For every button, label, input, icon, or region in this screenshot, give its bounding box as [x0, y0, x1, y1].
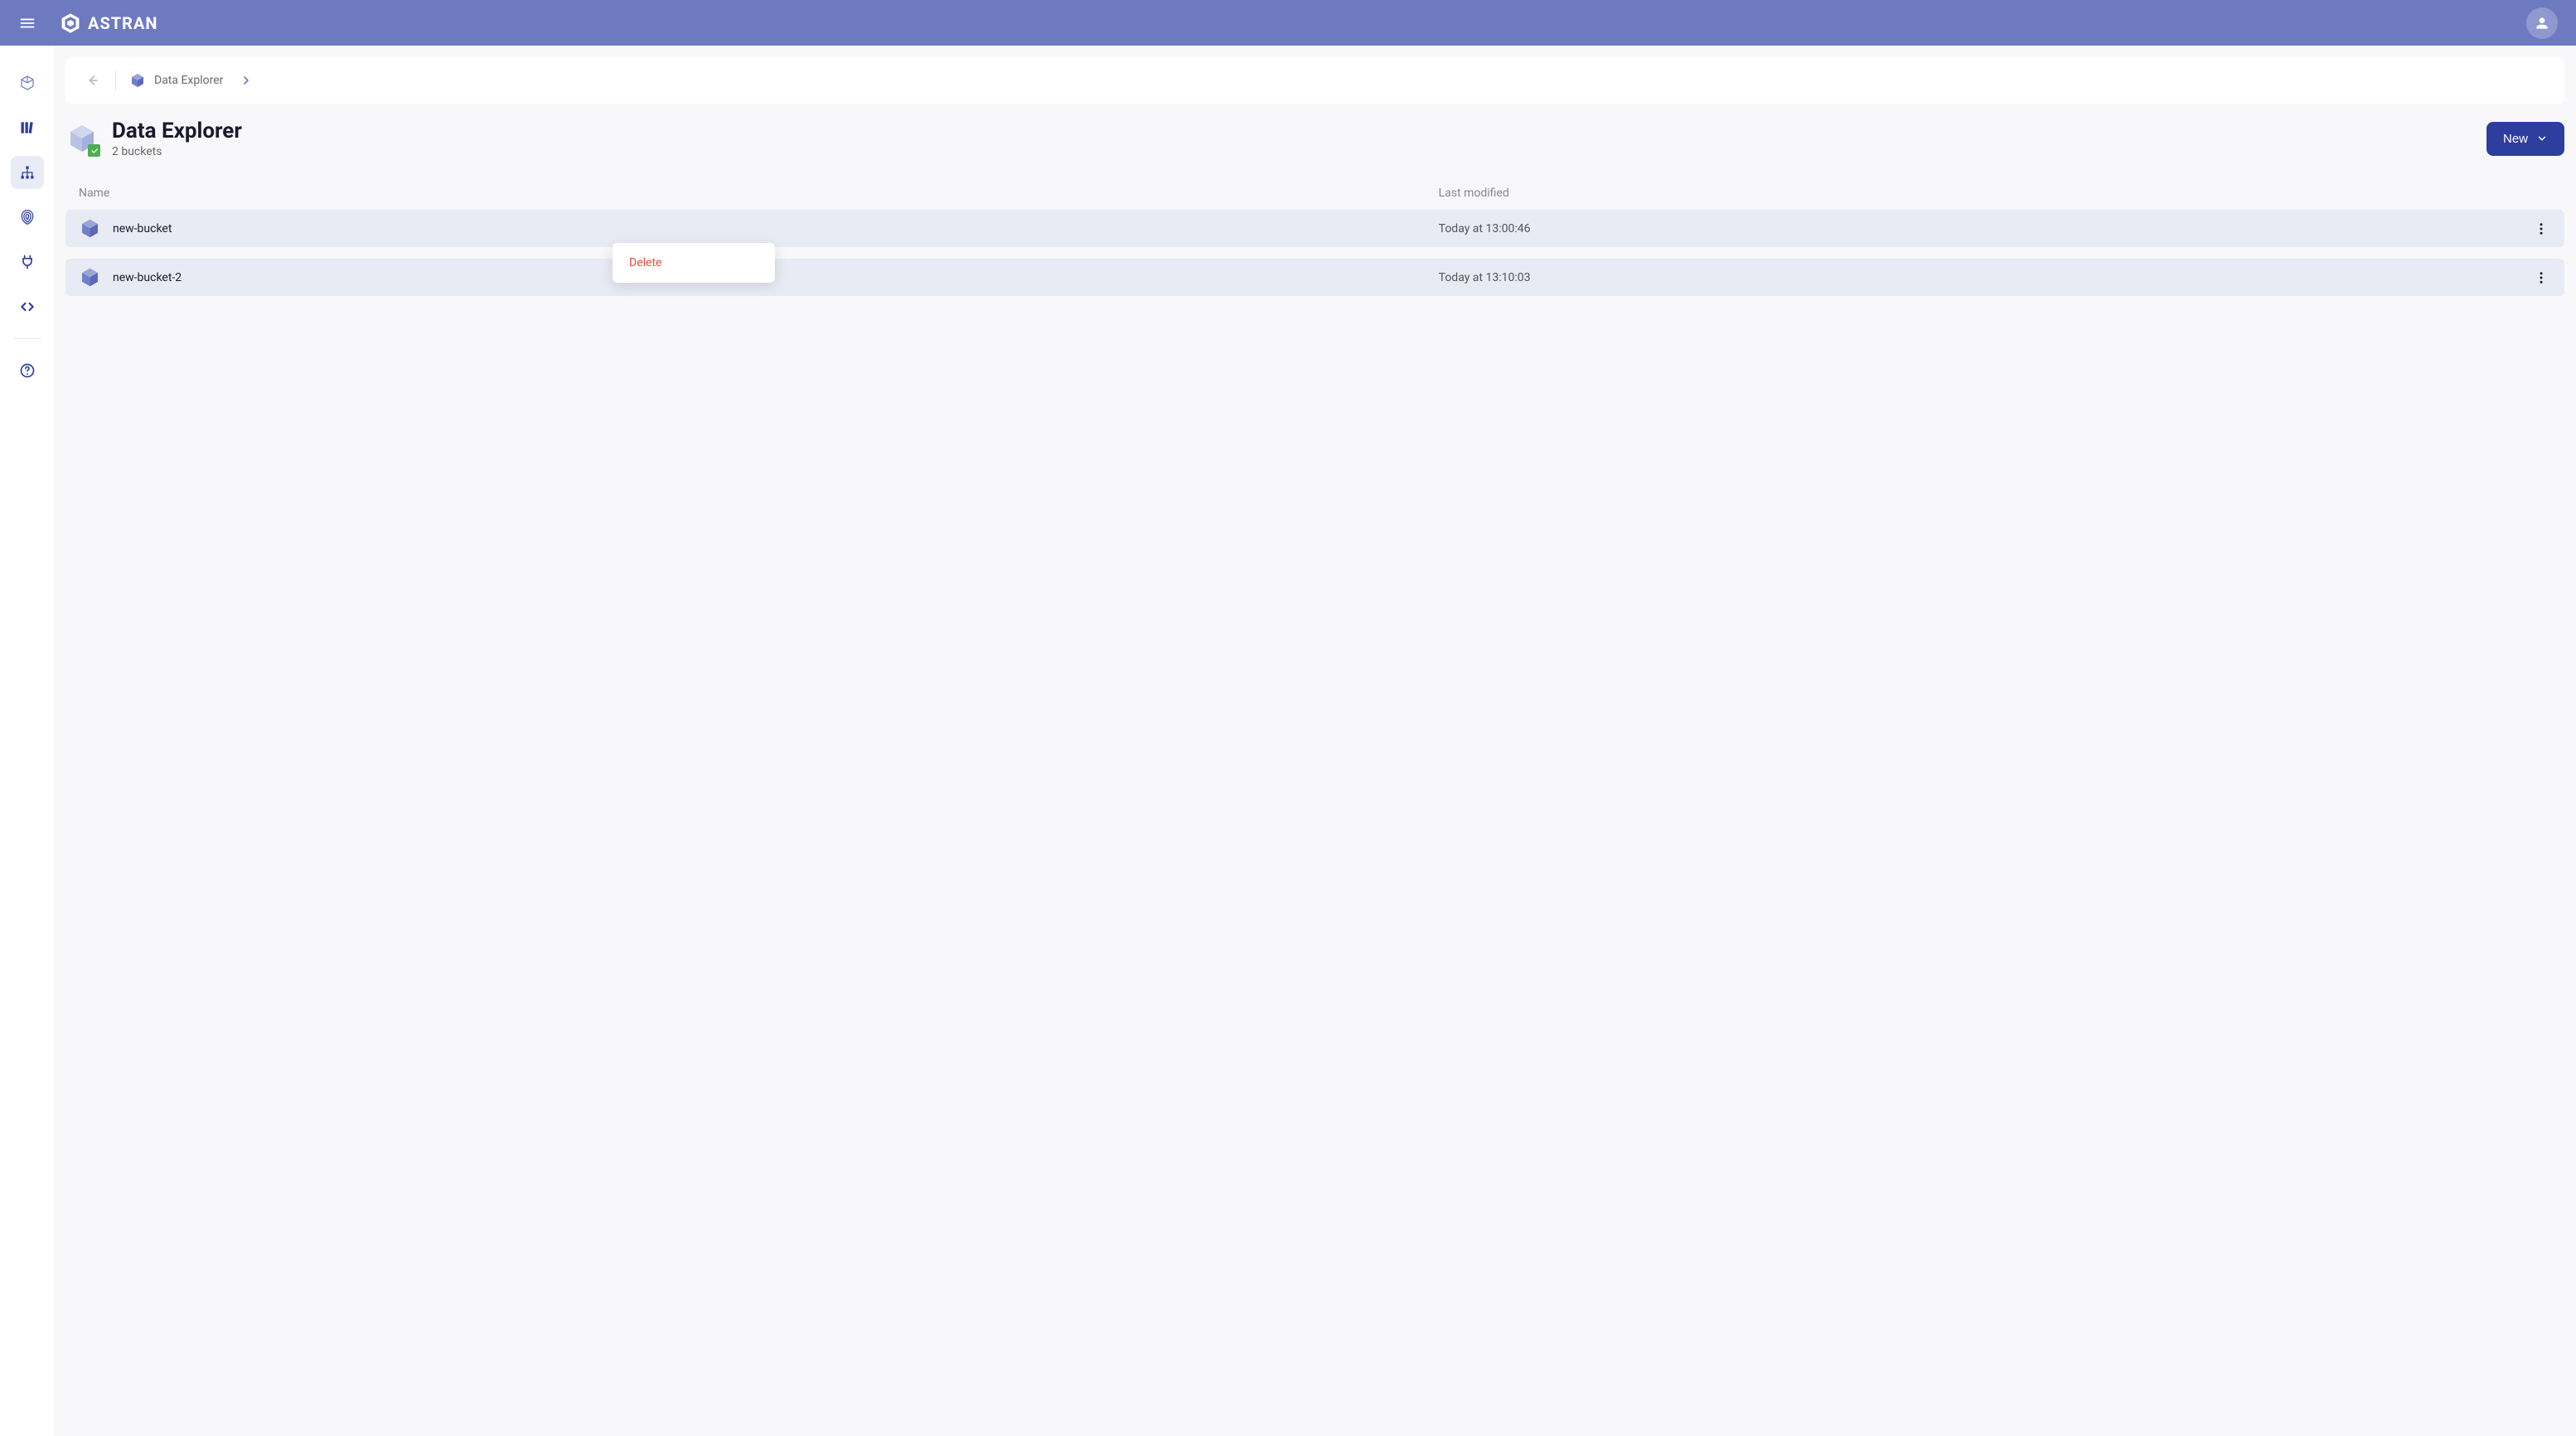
more-button[interactable]: [2531, 268, 2551, 288]
sidebar-item-library[interactable]: [11, 111, 44, 144]
sidebar-item-security[interactable]: [11, 201, 44, 234]
sitemap-icon: [19, 164, 36, 181]
bucket-modified: Today at 13:00:46: [1439, 222, 2518, 235]
new-button-label: New: [2503, 132, 2528, 146]
chevron-down-icon: [2536, 133, 2548, 144]
breadcrumb-label: Data Explorer: [154, 74, 223, 87]
main-content: Data Explorer Data Explorer: [54, 46, 2576, 1436]
breadcrumb-item[interactable]: Data Explorer: [129, 72, 253, 89]
sidebar-item-plugins[interactable]: [11, 245, 44, 279]
row-actions: [2518, 268, 2551, 288]
breadcrumb-divider: [115, 70, 116, 90]
context-menu-delete[interactable]: Delete: [613, 248, 775, 278]
help-icon: [19, 362, 36, 379]
new-button[interactable]: New: [2486, 122, 2564, 156]
bucket-icon: [79, 217, 101, 240]
hamburger-icon: [18, 14, 36, 32]
context-menu: Delete: [613, 243, 775, 283]
user-avatar[interactable]: [2526, 7, 2558, 39]
fingerprint-icon: [19, 209, 36, 226]
logo-icon: [60, 12, 81, 34]
logo[interactable]: ASTRAN: [60, 12, 158, 34]
page-title-area: Data Explorer 2 buckets: [65, 119, 242, 158]
breadcrumb-bar: Data Explorer: [65, 57, 2564, 104]
sidebar-item-home[interactable]: [11, 66, 44, 99]
page-header: Data Explorer 2 buckets New: [65, 119, 2564, 158]
table-row[interactable]: new-bucket Today at 13:00:46 Delete: [65, 210, 2564, 247]
bucket-name: new-bucket: [113, 222, 172, 235]
hex-cube-icon: [129, 72, 146, 89]
bucket-modified: Today at 13:10:03: [1439, 271, 2518, 284]
page-title-text: Data Explorer 2 buckets: [112, 119, 242, 158]
more-vertical-icon: [2534, 221, 2549, 236]
more-vertical-icon: [2534, 270, 2549, 285]
breadcrumb-back-button[interactable]: [82, 70, 102, 90]
hex-cube-icon: [19, 75, 36, 91]
row-actions: [2518, 219, 2551, 239]
sidebar-divider: [13, 338, 41, 339]
check-badge: [88, 144, 100, 157]
books-icon: [19, 119, 36, 136]
sidebar-item-data-explorer[interactable]: [11, 156, 44, 189]
plug-icon: [19, 254, 36, 270]
code-icon: [19, 298, 36, 315]
layout: Data Explorer Data Explorer: [0, 46, 2576, 1436]
header-left: ASTRAN: [12, 7, 158, 39]
app-header: ASTRAN: [0, 0, 2576, 46]
row-name-cell: new-bucket: [79, 217, 1439, 240]
page-icon-wrapper: [65, 122, 99, 155]
bucket-table: Name Last modified new-bucket Today at 1…: [65, 177, 2564, 296]
sidebar-item-help[interactable]: [11, 354, 44, 387]
logo-text: ASTRAN: [88, 13, 158, 33]
page-subtitle: 2 buckets: [112, 145, 242, 158]
sidebar: [0, 46, 54, 1436]
chevron-right-icon: [240, 74, 253, 87]
arrow-left-icon: [84, 72, 100, 89]
more-button[interactable]: [2531, 219, 2551, 239]
column-header-actions: [2518, 187, 2551, 200]
check-icon: [90, 147, 99, 155]
column-header-name: Name: [79, 187, 1439, 200]
page-title: Data Explorer: [112, 119, 242, 143]
person-icon: [2534, 15, 2550, 32]
hamburger-menu-button[interactable]: [12, 7, 43, 39]
table-header: Name Last modified: [65, 177, 2564, 210]
column-header-modified: Last modified: [1439, 187, 2518, 200]
bucket-name: new-bucket-2: [113, 271, 182, 284]
table-row[interactable]: new-bucket-2 Today at 13:10:03: [65, 259, 2564, 296]
bucket-icon: [79, 266, 101, 289]
sidebar-item-code[interactable]: [11, 290, 44, 323]
